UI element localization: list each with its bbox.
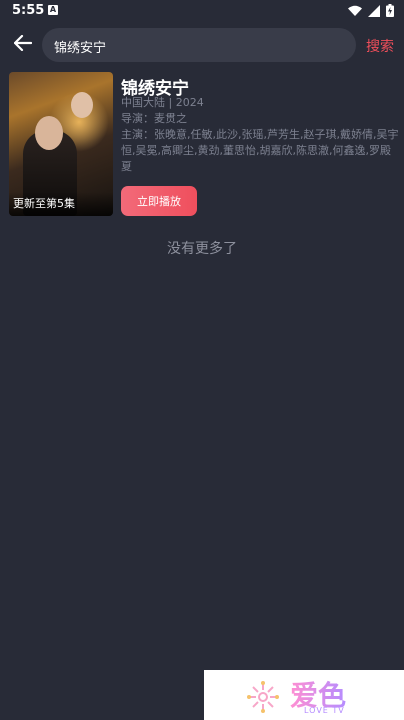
search-bar: 搜索 bbox=[0, 28, 404, 64]
status-time: 5:55 bbox=[12, 3, 45, 18]
back-button[interactable] bbox=[10, 32, 36, 58]
result-card[interactable]: 更新至第5集 锦绣安宁 中国大陆 | 2024 导演：麦贯之 主演：张晚意,任敏… bbox=[9, 72, 399, 216]
flower-icon bbox=[246, 680, 280, 714]
episode-badge: 更新至第5集 bbox=[13, 197, 75, 210]
search-input[interactable] bbox=[52, 28, 346, 64]
search-button[interactable]: 搜索 bbox=[366, 36, 394, 56]
status-icons bbox=[348, 4, 394, 17]
watermark-logo: 爱色 LOVE TV bbox=[204, 670, 404, 720]
no-more-text: 没有更多了 bbox=[167, 241, 237, 257]
play-now-button[interactable]: 立即播放 bbox=[121, 186, 197, 216]
status-bar: 5:55 A bbox=[0, 0, 404, 24]
poster-image[interactable]: 更新至第5集 bbox=[9, 72, 113, 216]
battery-icon bbox=[386, 4, 394, 17]
watermark-sub: LOVE TV bbox=[304, 706, 345, 715]
cast-text: 主演：张晚意,任敏,此沙,张瑶,芦芳生,赵子琪,戴娇倩,吴宇恒,吴冕,高卿尘,黄… bbox=[121, 128, 399, 173]
signal-icon bbox=[368, 4, 380, 17]
arrow-left-icon bbox=[13, 34, 33, 55]
director-text: 导演：麦贯之 bbox=[121, 112, 187, 125]
wifi-icon bbox=[348, 5, 362, 17]
notification-icon: A bbox=[48, 5, 58, 15]
search-field bbox=[42, 28, 356, 64]
region-year: 中国大陆 | 2024 bbox=[121, 96, 204, 109]
